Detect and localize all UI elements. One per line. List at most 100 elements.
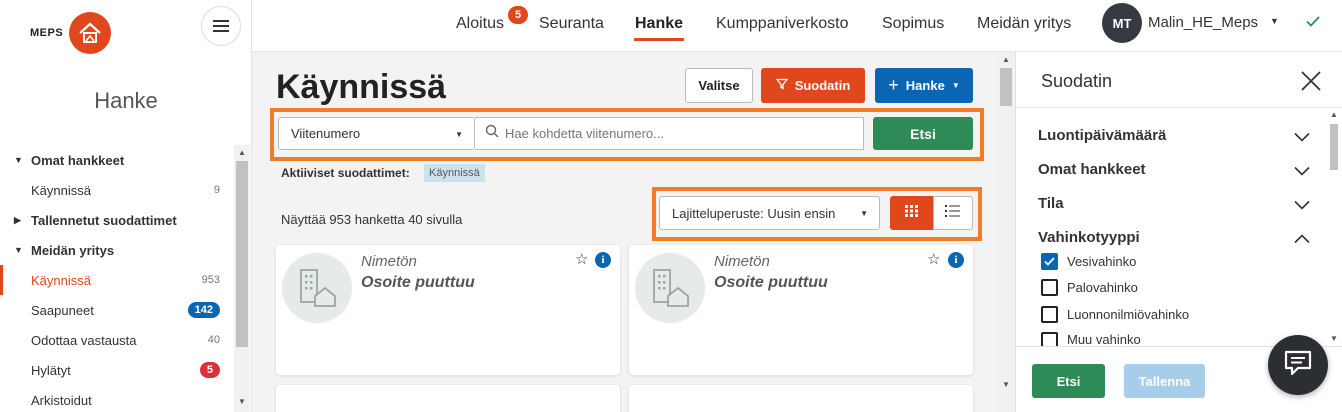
sidebar-group-tallennetut-suodattimet[interactable]: ▶ Tallennetut suodattimet	[0, 205, 234, 235]
sidebar-item-yritys-kaynnissa[interactable]: Käynnissä 953	[0, 265, 234, 295]
filter-search-label: Etsi	[1056, 373, 1081, 389]
info-icon[interactable]: i	[595, 252, 611, 268]
active-filter-chip[interactable]: Käynnissä	[424, 164, 485, 182]
sidebar-group-omat-hankkeet[interactable]: ▼ Omat hankkeet	[0, 145, 234, 175]
project-card-name: Nimetön	[714, 253, 770, 270]
hamburger-menu-icon[interactable]	[201, 6, 241, 46]
chevron-down-icon	[1294, 197, 1310, 214]
caret-down-icon: ▼	[951, 81, 960, 90]
topnav-hanke[interactable]: Hanke	[635, 15, 683, 33]
filter-panel-scrollbar[interactable]: ▲ ▼	[1326, 108, 1342, 348]
sort-select-value: Lajitteluperuste: Uusin ensin	[672, 205, 836, 221]
search-button[interactable]: Etsi	[873, 117, 973, 150]
suodatin-button[interactable]: Suodatin	[761, 68, 865, 103]
sidebar-item-label: Arkistoidut	[31, 392, 92, 408]
topnav-sopimus[interactable]: Sopimus	[882, 15, 944, 33]
checkbox-luonnonilmiovahinko[interactable]: Luonnonilmiövahinko	[1041, 306, 1189, 323]
active-filters-label: Aktiiviset suodattimet:	[281, 166, 410, 180]
sidebar-scrollbar[interactable]: ▲ ▼	[234, 145, 250, 412]
star-icon[interactable]: ☆	[575, 250, 588, 268]
scroll-up-icon[interactable]: ▲	[998, 55, 1014, 64]
sidebar-item-count: 953	[201, 274, 220, 286]
building-icon	[635, 253, 705, 323]
filter-save-button[interactable]: Tallenna	[1124, 364, 1205, 398]
filter-search-button[interactable]: Etsi	[1032, 364, 1105, 398]
checkbox-unchecked-icon[interactable]	[1041, 306, 1058, 323]
checkbox-checked-icon[interactable]	[1041, 253, 1058, 270]
scroll-up-icon[interactable]: ▲	[1326, 110, 1342, 119]
filter-section-omat-hankkeet[interactable]: Omat hankkeet	[1038, 161, 1310, 178]
scroll-down-icon[interactable]: ▼	[234, 397, 250, 406]
checkbox-vesivahinko[interactable]: Vesivahinko	[1041, 253, 1136, 270]
sidebar-item-label: Odottaa vastausta	[31, 332, 137, 348]
scroll-down-icon[interactable]: ▼	[998, 380, 1014, 389]
topnav-meidan-yritys[interactable]: Meidän yritys	[977, 15, 1071, 33]
caret-down-icon: ▼	[14, 245, 23, 255]
main-scrollbar[interactable]: ▲ ▼	[998, 52, 1014, 412]
project-card[interactable]	[629, 385, 973, 412]
chat-support-button[interactable]	[1268, 335, 1328, 395]
filter-funnel-icon	[775, 78, 789, 93]
project-card[interactable]: Nimetön Osoite puuttuu ☆ i	[629, 245, 973, 375]
project-card[interactable]: Nimetön Osoite puuttuu ☆ i	[276, 245, 620, 375]
user-name[interactable]: Malin_HE_Meps	[1148, 14, 1258, 31]
checkbox-palovahinko[interactable]: Palovahinko	[1041, 279, 1138, 296]
logo-text: MEPS	[30, 27, 64, 39]
checkbox-unchecked-icon[interactable]	[1041, 332, 1058, 346]
search-field-select[interactable]: Viitenumero ▼	[278, 117, 475, 150]
filter-section-label: Luontipäivämäärä	[1038, 127, 1167, 144]
sidebar-item-omat-kaynnissa[interactable]: Käynnissä 9	[0, 175, 234, 205]
list-icon	[945, 204, 961, 222]
close-icon[interactable]	[1300, 70, 1322, 97]
sidebar-scroll-thumb[interactable]	[236, 161, 248, 347]
project-card-address: Osoite puuttuu	[714, 274, 828, 291]
add-hanke-button[interactable]: + Hanke ▼	[875, 68, 973, 103]
sidebar-item-arkistoidut[interactable]: Arkistoidut	[0, 385, 234, 412]
search-icon	[485, 124, 499, 143]
checkbox-unchecked-icon[interactable]	[1041, 279, 1058, 296]
page-title: Käynnissä	[276, 68, 447, 106]
check-icon	[1304, 12, 1322, 35]
sidebar-item-saapuneet[interactable]: Saapuneet 142	[0, 295, 234, 325]
checkbox-label: Palovahinko	[1067, 280, 1138, 295]
topnav-aloitus[interactable]: Aloitus	[456, 15, 504, 33]
search-input[interactable]	[505, 126, 835, 141]
filter-section-luontipaivamaara[interactable]: Luontipäivämäärä	[1038, 127, 1310, 144]
sort-select[interactable]: Lajitteluperuste: Uusin ensin ▼	[659, 196, 880, 230]
caret-down-icon: ▼	[455, 130, 463, 139]
sidebar-title: Hanke	[94, 88, 158, 113]
info-icon[interactable]: i	[948, 252, 964, 268]
search-field[interactable]	[475, 117, 864, 150]
caret-down-icon: ▼	[860, 209, 868, 218]
filter-panel-scroll-thumb[interactable]	[1330, 124, 1338, 170]
topnav-kumppaniverkosto[interactable]: Kumppaniverkosto	[716, 15, 849, 33]
filter-section-tila[interactable]: Tila	[1038, 195, 1310, 214]
meps-logo[interactable]: MEPS	[30, 12, 112, 54]
filter-panel-title: Suodatin	[1041, 71, 1113, 91]
sidebar-item-hylatyt[interactable]: Hylätyt 5	[0, 355, 234, 385]
star-icon[interactable]: ☆	[927, 250, 940, 268]
project-card[interactable]	[276, 385, 620, 412]
scroll-down-icon[interactable]: ▼	[1326, 334, 1342, 343]
search-button-label: Etsi	[910, 125, 936, 142]
valitse-button[interactable]: Valitse	[685, 68, 753, 103]
list-view-toggle[interactable]	[933, 196, 973, 230]
caret-down-icon: ▼	[14, 155, 23, 165]
active-tab-indicator	[634, 38, 684, 41]
grid-view-toggle[interactable]	[890, 196, 933, 230]
sidebar-nav: ▼ Omat hankkeet Käynnissä 9 ▶ Tallennetu…	[0, 145, 234, 412]
main-scroll-thumb[interactable]	[1000, 68, 1012, 106]
filter-section-label: Tila	[1038, 195, 1064, 212]
avatar[interactable]: MT	[1102, 3, 1142, 43]
results-summary: Näyttää 953 hanketta 40 sivulla	[281, 212, 463, 227]
scroll-up-icon[interactable]: ▲	[234, 148, 250, 157]
sidebar-item-odottaa-vastausta[interactable]: Odottaa vastausta 40	[0, 325, 234, 355]
user-menu-caret-icon[interactable]: ▼	[1270, 16, 1279, 26]
filter-section-vahinkotyyppi[interactable]: Vahinkotyyppi	[1038, 229, 1310, 246]
search-field-select-value: Viitenumero	[291, 126, 361, 141]
checkbox-muu-vahinko[interactable]: Muu vahinko	[1041, 332, 1141, 346]
sidebar-group-meidan-yritys[interactable]: ▼ Meidän yritys	[0, 235, 234, 265]
topnav-seuranta[interactable]: Seuranta	[539, 15, 604, 33]
hanke-label: Hanke	[905, 78, 945, 93]
checkbox-label: Luonnonilmiövahinko	[1067, 307, 1190, 322]
